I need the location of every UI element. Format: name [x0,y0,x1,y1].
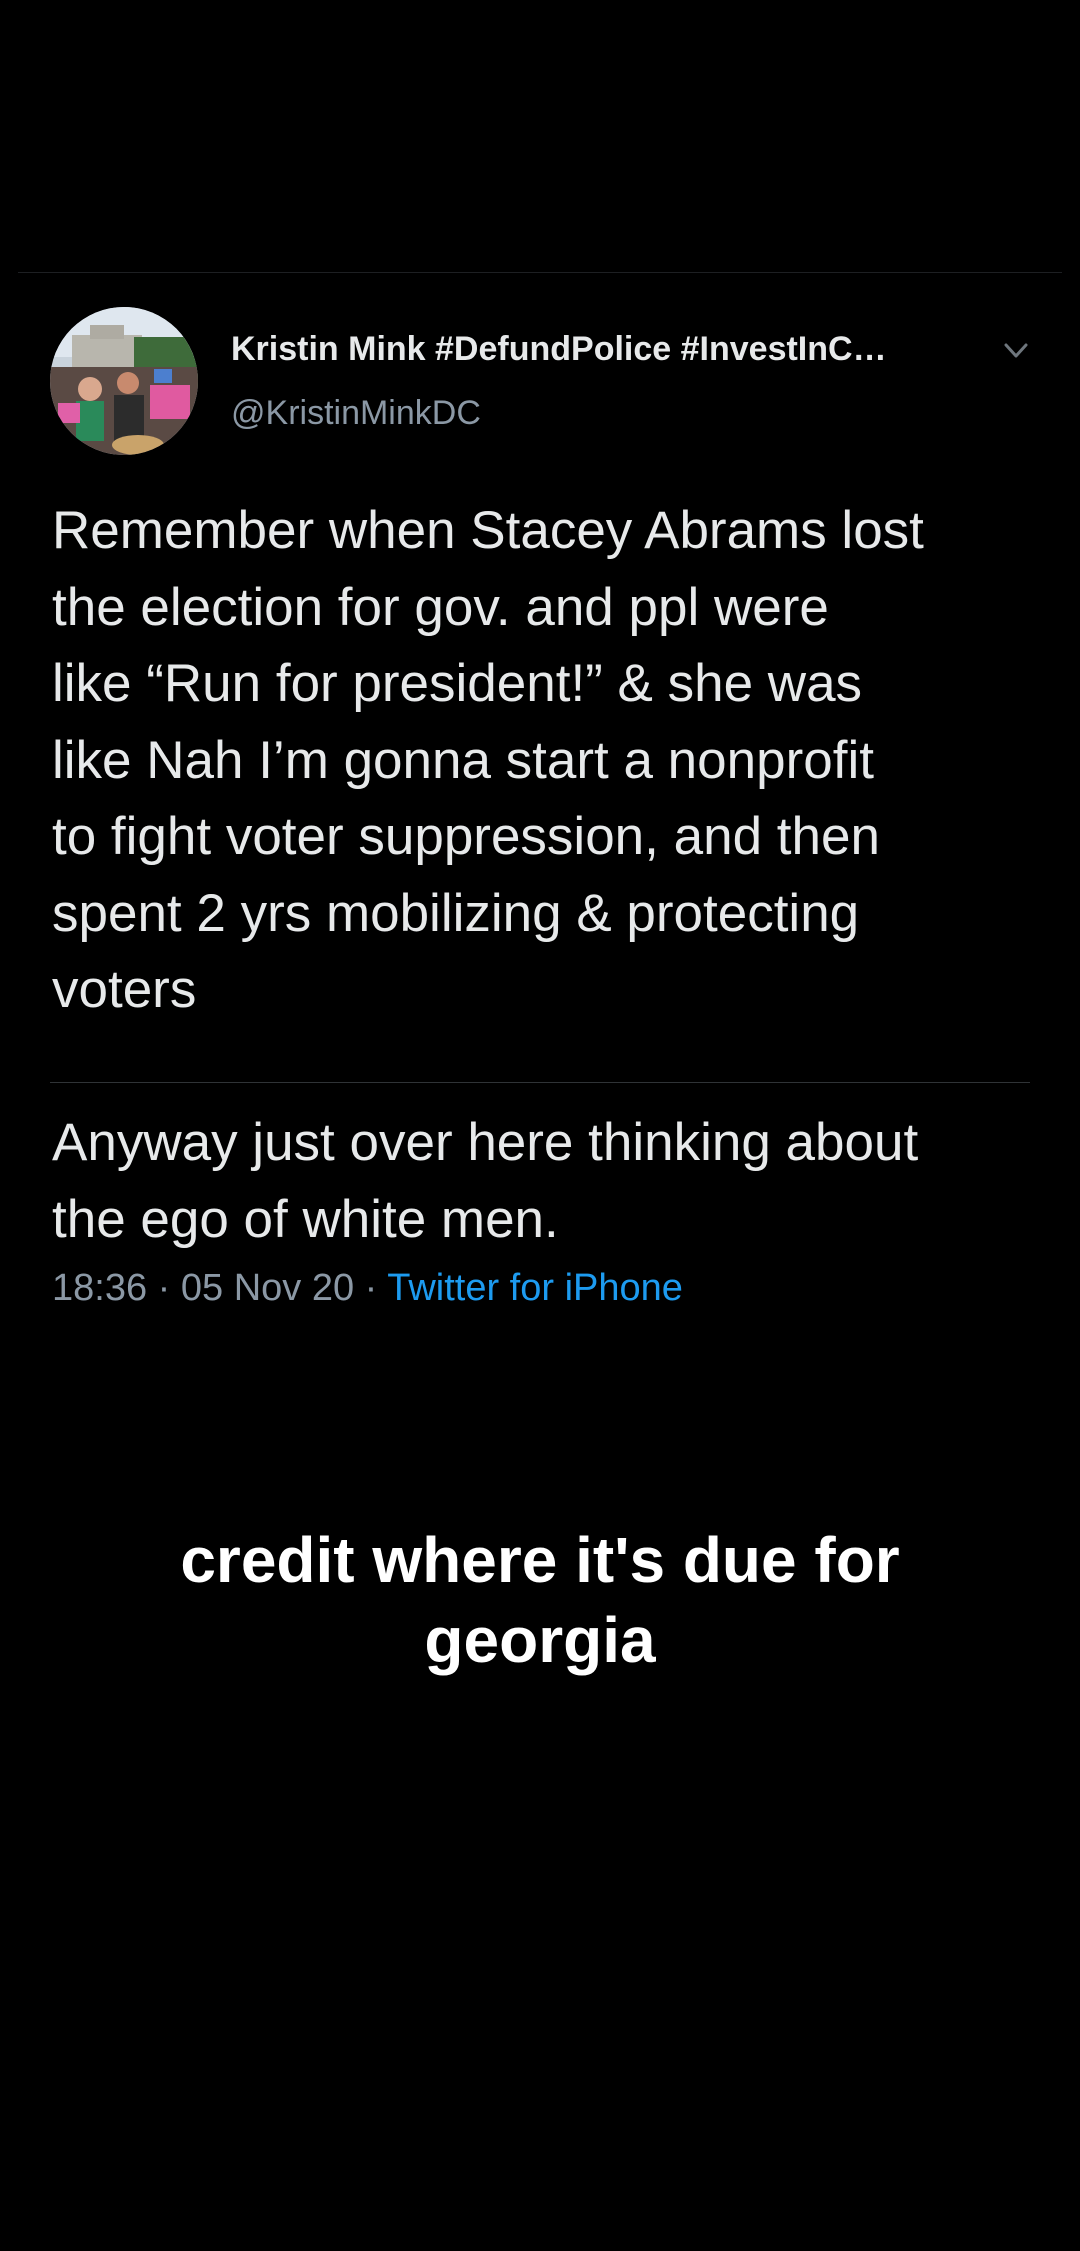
meme-caption: credit where it's due for georgia [0,1520,1080,1680]
meta-separator: · [157,1267,171,1309]
bottom-divider [50,1082,1030,1083]
meta-separator: · [364,1267,378,1309]
tweet-source-link[interactable]: Twitter for iPhone [387,1267,683,1309]
chevron-down-icon[interactable] [996,331,1036,371]
tweet-time: 18:36 [52,1267,148,1309]
top-divider [18,272,1062,273]
avatar-photo-icon [50,307,198,455]
caption-line-2: georgia [424,1604,656,1676]
user-handle[interactable]: @KristinMinkDC [231,391,481,435]
tweet-date: 05 Nov 20 [180,1267,355,1309]
tweet-text-paragraph-2: Anyway just over here thinking about the… [52,1113,919,1249]
avatar[interactable] [50,307,198,455]
display-name[interactable]: Kristin Mink #DefundPolice #InvestInC… [231,327,971,371]
caption-line-1: credit where it's due for [180,1524,900,1596]
tweet-metadata: 18:36 · 05 Nov 20 · Twitter for iPhone [52,1263,683,1313]
tweet-text: Remember when Stacey Abrams lost the ele… [52,501,924,1019]
